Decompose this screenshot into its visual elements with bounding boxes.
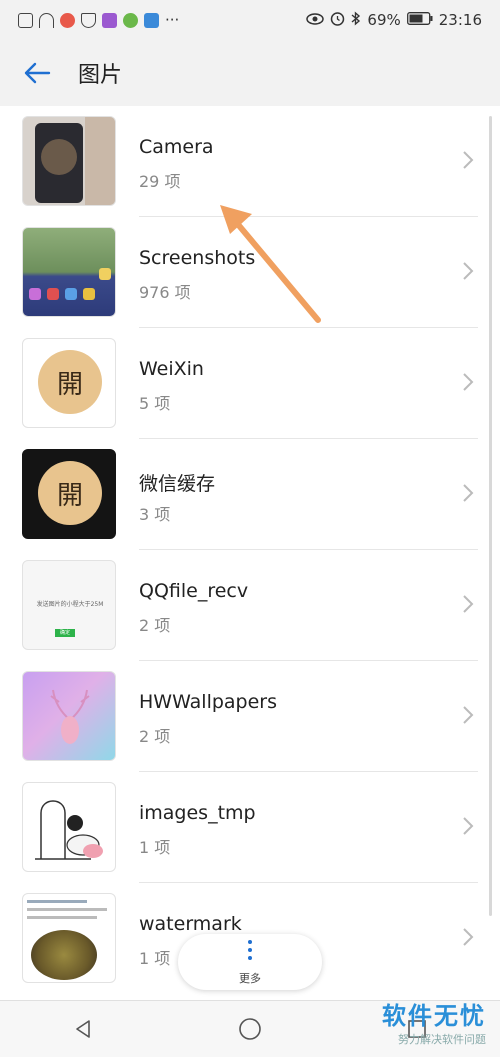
notification-icons: ··· bbox=[18, 11, 179, 29]
album-row-weixin[interactable]: 開 WeiXin 5 项 bbox=[0, 328, 500, 439]
thumb-glyph: 開 bbox=[38, 461, 102, 525]
triangle-back-icon bbox=[76, 1020, 91, 1038]
app-icon-blue bbox=[144, 12, 159, 28]
thumb-text: 发送图片的小程大于25M bbox=[36, 601, 104, 608]
page-title: 图片 bbox=[78, 63, 123, 88]
system-icons: 69% 23:16 bbox=[306, 10, 482, 30]
album-row-images-tmp[interactable]: images_tmp 1 项 bbox=[0, 772, 500, 883]
album-count: 2 项 bbox=[139, 616, 171, 635]
clock: 23:16 bbox=[438, 11, 482, 29]
album-thumbnail bbox=[22, 116, 116, 206]
bluetooth-icon bbox=[351, 10, 361, 30]
album-name: HWWallpapers bbox=[139, 691, 278, 713]
album-thumbnail: 发送图片的小程大于25M 确定 bbox=[22, 560, 116, 650]
album-name: WeiXin bbox=[139, 358, 204, 380]
chevron-right-icon bbox=[463, 262, 474, 280]
album-name: QQfile_recv bbox=[139, 580, 249, 602]
album-row-weixin-cache[interactable]: 開 微信缓存 3 项 bbox=[0, 439, 500, 550]
album-count: 976 项 bbox=[139, 283, 191, 302]
thumb-button-text: 确定 bbox=[55, 629, 75, 637]
album-thumbnail bbox=[22, 893, 116, 983]
alert-icon bbox=[18, 12, 33, 28]
album-count: 29 项 bbox=[139, 172, 181, 191]
album-count: 3 项 bbox=[139, 505, 171, 524]
more-label: 更多 bbox=[239, 972, 261, 985]
weibo-icon bbox=[60, 12, 75, 28]
album-row-qqfile-recv[interactable]: 发送图片的小程大于25M 确定 QQfile_recv 2 项 bbox=[0, 550, 500, 661]
app-icon-green bbox=[123, 12, 138, 28]
album-thumbnail: 開 bbox=[22, 449, 116, 539]
album-name: Camera bbox=[139, 136, 214, 158]
album-row-hwwallpapers[interactable]: HWWallpapers 2 项 bbox=[0, 661, 500, 772]
chevron-right-icon bbox=[463, 484, 474, 502]
album-name: watermark bbox=[139, 913, 242, 935]
album-name: Screenshots bbox=[139, 247, 256, 269]
thumb-glyph: 開 bbox=[38, 350, 102, 414]
alarm-icon bbox=[330, 11, 345, 30]
scrollbar[interactable] bbox=[489, 116, 492, 916]
circle-home-icon bbox=[239, 1018, 261, 1040]
more-button[interactable]: 更多 bbox=[178, 934, 322, 990]
watermark-subtitle: 努力解决软件问题 bbox=[398, 1033, 486, 1046]
album-count: 1 项 bbox=[139, 838, 171, 857]
album-count: 2 项 bbox=[139, 727, 171, 746]
chevron-right-icon bbox=[463, 928, 474, 946]
album-count: 1 项 bbox=[139, 949, 171, 968]
more-notifications-icon: ··· bbox=[165, 11, 180, 29]
app-icon-purple bbox=[102, 12, 117, 28]
eye-icon bbox=[306, 11, 325, 29]
album-count: 5 项 bbox=[139, 394, 171, 413]
battery-icon bbox=[406, 11, 433, 29]
status-bar: ··· 69% 23:16 bbox=[0, 0, 500, 40]
album-name: images_tmp bbox=[139, 802, 256, 824]
album-thumbnail bbox=[22, 227, 116, 317]
album-thumbnail bbox=[22, 671, 116, 761]
back-arrow-icon bbox=[24, 62, 51, 84]
album-name: 微信缓存 bbox=[139, 473, 216, 495]
nav-back-button[interactable] bbox=[63, 1009, 103, 1049]
chevron-right-icon bbox=[463, 817, 474, 835]
album-row-screenshots[interactable]: Screenshots 976 项 bbox=[0, 217, 500, 328]
watermark-logo: 软件无忧 努力解决软件问题 bbox=[382, 996, 486, 1047]
watermark-title: 软件无忧 bbox=[382, 1002, 486, 1030]
wifi-icon bbox=[39, 12, 54, 28]
more-vertical-icon bbox=[247, 940, 253, 968]
album-row-camera[interactable]: Camera 29 项 bbox=[0, 106, 500, 217]
shield-icon bbox=[81, 12, 96, 28]
nav-home-button[interactable] bbox=[230, 1009, 270, 1049]
chevron-right-icon bbox=[463, 595, 474, 613]
back-button[interactable] bbox=[22, 58, 52, 88]
chevron-right-icon bbox=[463, 706, 474, 724]
album-list[interactable]: Camera 29 项 Screenshots 976 项 開 WeiXin 5… bbox=[0, 106, 500, 1000]
album-thumbnail bbox=[22, 782, 116, 872]
chevron-right-icon bbox=[463, 151, 474, 169]
app-bar: 图片 bbox=[0, 40, 500, 106]
battery-percent: 69% bbox=[367, 11, 401, 29]
album-thumbnail: 開 bbox=[22, 338, 116, 428]
chevron-right-icon bbox=[463, 373, 474, 391]
